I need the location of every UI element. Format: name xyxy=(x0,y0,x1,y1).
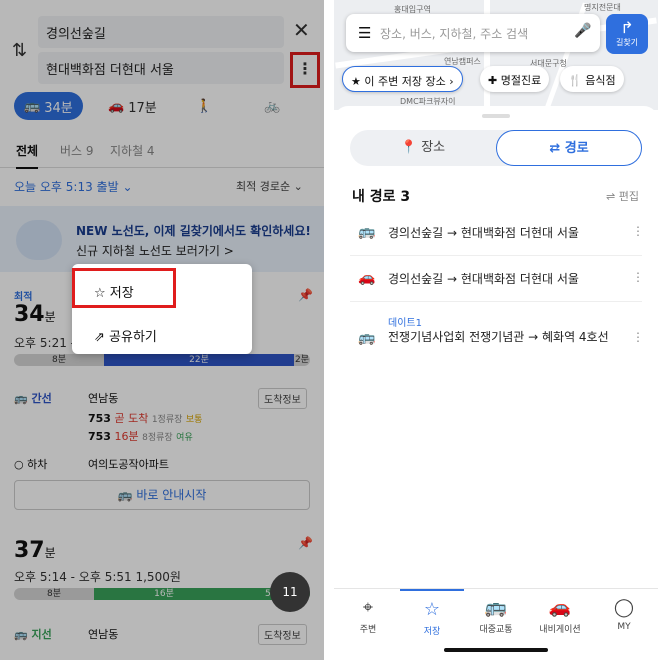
saved-tabs: 📍 장소 ⇄ 경로 xyxy=(350,130,642,166)
nav-saved[interactable]: ☆ 저장 xyxy=(400,589,464,637)
bus-icon: 🚌 xyxy=(358,224,376,240)
saved-route-text: 전쟁기념사업회 전쟁기념관 → 혜화역 4호선 xyxy=(388,330,609,344)
chip-holiday-clinic-label: 명절진료 xyxy=(500,74,542,87)
chip-restaurant-label: 음식점 xyxy=(585,74,616,87)
bus-icon: 🚌 xyxy=(484,597,508,618)
divider xyxy=(324,0,334,660)
mic-icon[interactable]: 🎤 xyxy=(574,23,591,39)
nav-navigation[interactable]: 🚗 내비게이션 xyxy=(528,597,592,635)
route-to: 현대백화점 더현대 서울 xyxy=(460,226,579,240)
directions-button[interactable]: ↱ 길찾기 xyxy=(606,14,648,54)
more-icon[interactable]: ⋮ xyxy=(632,224,644,238)
saved-routes-screen: 명지전문대 홍대입구역 연남캠퍼스 서대문구청 DMC파크뷰자이 ☰ 장소, 버… xyxy=(334,0,658,660)
route-tag: 데이트1 xyxy=(388,318,422,329)
tab-routes[interactable]: ⇄ 경로 xyxy=(496,130,642,166)
sheet-handle[interactable] xyxy=(482,114,510,118)
nav-navigation-label: 내비게이션 xyxy=(539,625,581,635)
saved-route-text: 경의선숲길 → 현대백화점 더현대 서울 xyxy=(388,226,579,240)
map-label: 명지전문대 xyxy=(584,3,621,12)
share-label: 공유하기 xyxy=(109,330,157,345)
chip-saved-nearby[interactable]: ★ 이 주변 저장 장소 › xyxy=(342,66,463,92)
highlight-box xyxy=(72,268,176,308)
saved-route-row[interactable]: 데이트1 🚌 전쟁기념사업회 전쟁기념관 → 혜화역 4호선 ⋮ xyxy=(350,302,644,372)
nav-nearby[interactable]: ⌖ 주변 xyxy=(336,597,400,635)
search-bar[interactable]: ☰ 장소, 버스, 지하철, 주소 검색 🎤 xyxy=(346,14,600,52)
nav-my-label: MY xyxy=(617,622,631,632)
saved-route-row[interactable]: 🚌 경의선숲길 → 현대백화점 더현대 서울 ⋮ xyxy=(350,210,644,256)
directions-label: 길찾기 xyxy=(615,38,639,47)
bottom-sheet: 📍 장소 ⇄ 경로 내 경로 3 ⇌ 편집 🚌 경의선숲길 → 현대백화점 더현… xyxy=(334,106,658,660)
nav-my[interactable]: ◯ MY xyxy=(592,597,656,632)
turn-arrow-icon: ↱ xyxy=(620,18,634,37)
chip-holiday-clinic[interactable]: ✚ 명절진료 xyxy=(480,66,550,92)
share-menu-item[interactable]: ⇗ 공유하기 xyxy=(72,312,252,356)
home-indicator xyxy=(444,648,548,652)
scroll-top-button[interactable]: 11 xyxy=(270,572,310,612)
location-pin-icon: ⌖ xyxy=(362,597,374,618)
route-from: 경의선숲길 xyxy=(388,226,444,240)
chip-saved-nearby-label: 이 주변 저장 장소 xyxy=(364,75,446,88)
route-search-screen: ⇅ 경의선숲길 현대백화점 더현대 서울 ✕ ⋮ 🚌 34분 🚗 17분 🚶 🚲… xyxy=(0,0,324,660)
more-icon[interactable]: ⋮ xyxy=(632,330,644,344)
tab-places-label: 장소 xyxy=(421,140,446,155)
tab-places[interactable]: 📍 장소 xyxy=(350,130,496,166)
nav-transit-label: 대중교통 xyxy=(479,625,513,635)
car-icon: 🚗 xyxy=(548,597,572,618)
route-to: 혜화역 4호선 xyxy=(541,330,609,344)
category-chips: ★ 이 주변 저장 장소 › ✚ 명절진료 🍴 음식점 xyxy=(342,66,658,94)
route-to: 현대백화점 더현대 서울 xyxy=(460,272,579,286)
edit-label: 편집 xyxy=(618,190,639,203)
map-view[interactable]: 명지전문대 홍대입구역 연남캠퍼스 서대문구청 DMC파크뷰자이 ☰ 장소, 버… xyxy=(334,0,658,110)
route-from: 경의선숲길 xyxy=(388,272,444,286)
nav-saved-label: 저장 xyxy=(423,627,441,637)
nav-nearby-label: 주변 xyxy=(359,625,377,635)
saved-route-row[interactable]: 🚗 경의선숲길 → 현대백화점 더현대 서울 ⋮ xyxy=(350,256,644,302)
my-routes-title: 내 경로 3 xyxy=(352,189,411,205)
saved-route-text: 경의선숲길 → 현대백화점 더현대 서울 xyxy=(388,272,579,286)
car-icon: 🚗 xyxy=(358,270,376,286)
chip-restaurant[interactable]: 🍴 음식점 xyxy=(560,66,624,92)
more-icon[interactable]: ⋮ xyxy=(632,270,644,284)
bus-icon: 🚌 xyxy=(358,330,376,346)
star-icon: ☆ xyxy=(423,599,441,620)
menu-icon[interactable]: ☰ xyxy=(358,24,371,42)
profile-icon: ◯ xyxy=(613,597,635,618)
edit-button[interactable]: ⇌ 편집 xyxy=(606,188,639,204)
search-input[interactable]: 장소, 버스, 지하철, 주소 검색 xyxy=(380,25,528,42)
nav-transit[interactable]: 🚌 대중교통 xyxy=(464,597,528,635)
tab-routes-label: 경로 xyxy=(564,141,589,156)
route-from: 전쟁기념사업회 전쟁기념관 xyxy=(388,330,525,344)
share-icon: ⇗ xyxy=(94,330,105,345)
